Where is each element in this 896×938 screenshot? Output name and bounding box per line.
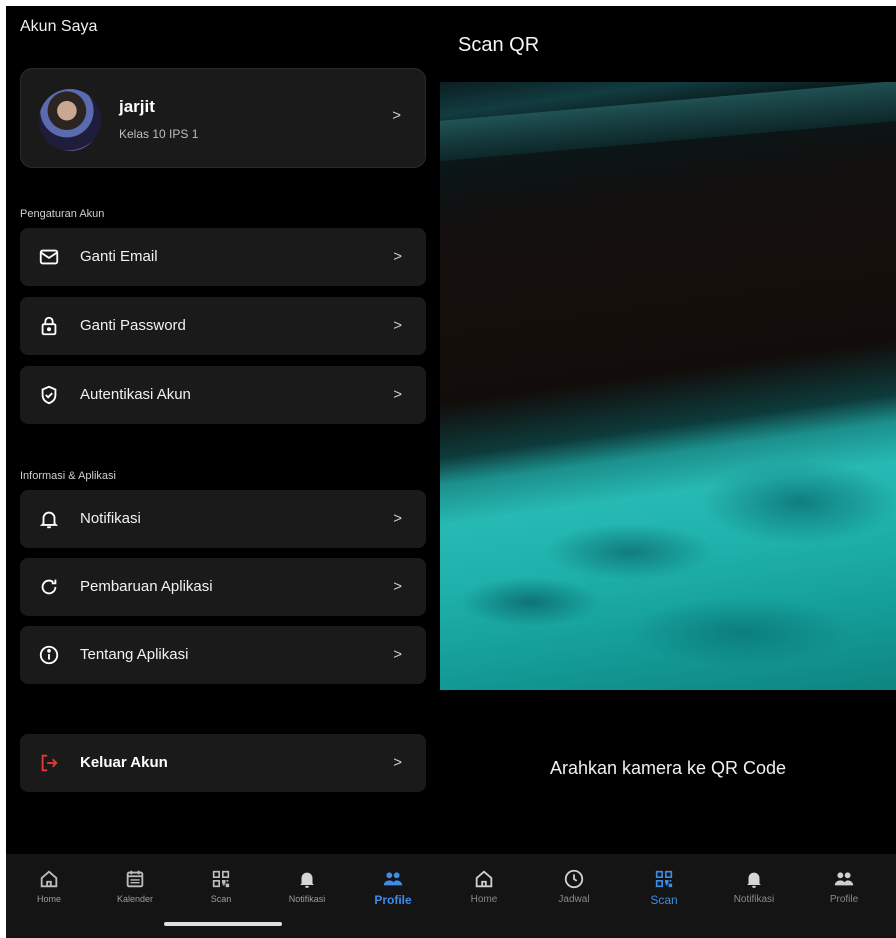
chevron-right-icon: > [393,248,402,265]
nav-item-calendar[interactable]: Kalender [92,868,178,904]
menu-item-label: Ganti Password [80,317,186,334]
home-icon [40,870,58,888]
user-class: Kelas 10 IPS 1 [119,127,199,141]
qr-icon [212,870,230,888]
qr-icon [655,870,673,888]
refresh-icon [41,579,57,595]
chevron-right-icon: > [393,646,402,663]
chevron-right-icon: > [393,754,402,771]
nav-label: Notifikasi [288,894,326,904]
chevron-right-icon: > [393,386,402,403]
nav-label: Scan [650,893,678,907]
menu-item-label: Pembaruan Aplikasi [80,578,213,595]
chevron-right-icon: > [393,510,402,527]
chevron-right-icon: > [393,317,402,334]
logout-button[interactable]: Keluar Akun > [20,734,426,792]
profile-card[interactable]: jarjit Kelas 10 IPS 1 > [20,68,426,168]
bell-icon [39,511,59,529]
nav-label: Home [36,894,61,904]
mail-icon [39,249,59,265]
menu-item-change-email[interactable]: Ganti Email > [20,228,426,286]
nav-item-schedule[interactable]: Jadwal [530,868,618,905]
nav-label: Profile [374,893,412,907]
nav-label: Profile [829,894,859,905]
gesture-home-bar[interactable] [164,922,282,926]
clock-icon [564,869,584,889]
profile-screen: Akun Saya jarjit Kelas 10 IPS 1 > Pengat… [6,6,440,938]
bell-icon [747,872,761,888]
nav-label: Notifikasi [733,894,775,905]
section-label-info-app: Informasi & Aplikasi [20,470,116,482]
nav-label: Kalender [116,894,154,904]
shield-check-icon [41,385,57,405]
menu-item-label: Ganti Email [80,248,158,265]
section-label-account-settings: Pengaturan Akun [20,208,105,220]
user-name: jarjit [119,97,155,116]
chevron-right-icon: > [392,107,401,124]
avatar [39,89,101,151]
nav-item-home[interactable]: Home [440,868,528,905]
menu-item-app-update[interactable]: Pembaruan Aplikasi > [20,558,426,616]
menu-item-label: Notifikasi [80,510,141,527]
nav-item-profile[interactable]: Profile [800,868,888,905]
bell-icon [300,872,314,888]
page-title: Scan QR [458,34,540,56]
menu-item-label: Keluar Akun [80,754,168,771]
people-icon [834,872,854,886]
nav-label: Scan [210,894,232,904]
menu-item-about-app[interactable]: Tentang Aplikasi > [20,626,426,684]
scan-screen: Scan QR Arahkan kamera ke QR Code Home J… [440,6,896,938]
menu-item-label: Tentang Aplikasi [80,646,189,663]
nav-item-profile[interactable]: Profile [350,868,436,907]
nav-item-scan[interactable]: Scan [178,868,264,904]
home-icon [475,870,493,888]
menu-item-notifications[interactable]: Notifikasi > [20,490,426,548]
camera-scene-detail [440,82,896,163]
page-title: Akun Saya [20,18,98,35]
menu-item-account-auth[interactable]: Autentikasi Akun > [20,366,426,424]
nav-item-notifications[interactable]: Notifikasi [710,868,798,905]
nav-label: Home [470,894,498,905]
menu-item-change-password[interactable]: Ganti Password > [20,297,426,355]
chevron-right-icon: > [393,578,402,595]
lock-icon [41,316,57,336]
nav-item-scan[interactable]: Scan [620,868,708,907]
unused [440,698,896,782]
info-icon [39,645,59,665]
nav-item-notifications[interactable]: Notifikasi [264,868,350,904]
bottom-nav: Home Jadwal Scan Notifikasi Profile [440,854,896,938]
nav-label: Jadwal [558,894,590,905]
logout-icon [41,754,58,772]
nav-item-home[interactable]: Home [6,868,92,904]
menu-item-label: Autentikasi Akun [80,386,191,403]
people-icon [383,872,403,886]
camera-preview[interactable] [440,82,896,690]
calendar-icon [126,870,144,888]
